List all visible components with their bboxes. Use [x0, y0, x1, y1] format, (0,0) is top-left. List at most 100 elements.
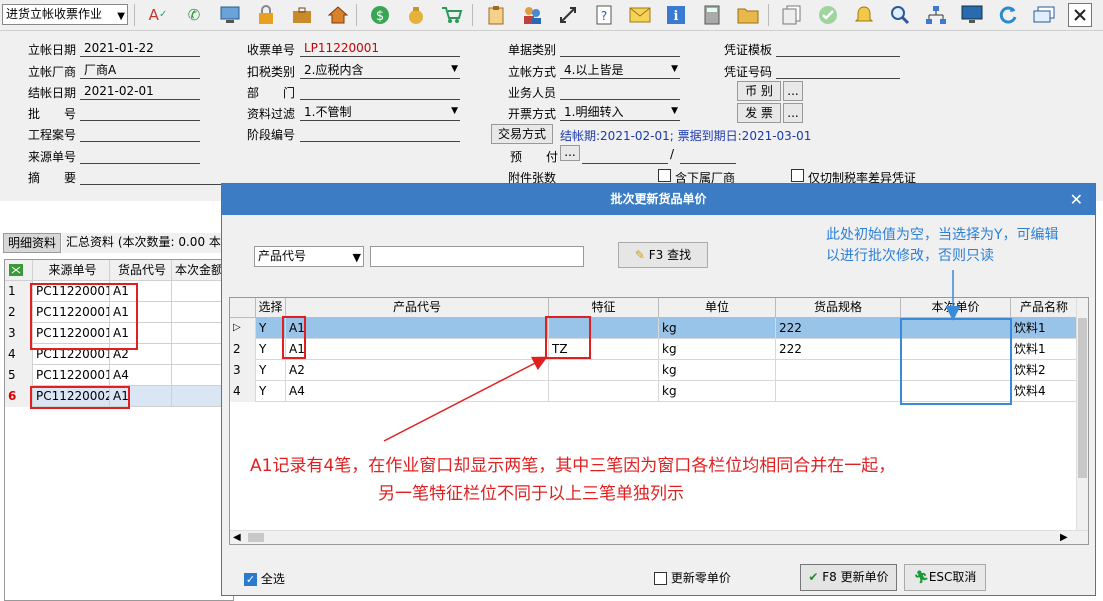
refresh-icon[interactable]: [996, 3, 1020, 27]
label-salesperson: 业务人员: [508, 86, 557, 100]
desktop-icon[interactable]: [960, 3, 984, 27]
help-icon[interactable]: ?: [592, 3, 616, 27]
prepay-lookup-button[interactable]: ...: [560, 145, 580, 161]
label-data-filter: 资料过滤: [247, 107, 296, 121]
chevron-down-icon: ▼: [451, 64, 458, 74]
dialog-title: 批次更新货品单价: [222, 184, 1095, 215]
check-icon[interactable]: [816, 3, 840, 27]
info-icon[interactable]: i: [664, 3, 688, 27]
cancel-button[interactable]: 🏃︎ESC取消: [904, 564, 986, 591]
sub-vendor-checkbox[interactable]: [658, 169, 671, 182]
bell-icon[interactable]: [852, 3, 876, 27]
close-icon[interactable]: ✕: [1070, 184, 1083, 215]
search-icon[interactable]: [888, 3, 912, 27]
mail-icon[interactable]: [628, 3, 652, 27]
label-department: 部 门: [247, 86, 296, 100]
invoice-method-select[interactable]: 1.明细转入 ▼: [560, 105, 680, 121]
voucher-no-field[interactable]: [776, 63, 900, 79]
filter-input[interactable]: [370, 246, 584, 267]
invoice-button[interactable]: 发 票: [737, 103, 781, 123]
spell-check-icon[interactable]: A ✓: [146, 3, 170, 27]
chevron-right-icon[interactable]: ▶: [1060, 531, 1068, 544]
vertical-scrollbar[interactable]: [1076, 298, 1088, 544]
tax-type-select[interactable]: 2.应税内含 ▼: [300, 63, 460, 79]
batch-field[interactable]: [80, 105, 200, 121]
chevron-left-icon[interactable]: ◀: [233, 531, 241, 544]
highlight-box: [282, 316, 306, 359]
calculator-icon[interactable]: [700, 3, 724, 27]
running-man-icon: 🏃︎: [913, 570, 929, 584]
annotation-red-line2: 另一笔特征栏位不同于以上三笔单独列示: [378, 484, 684, 504]
label-create-date: 立帐日期: [28, 43, 77, 57]
expand-icon[interactable]: [556, 3, 580, 27]
table-row[interactable]: 5 PC11220001 A4: [5, 365, 235, 386]
clipboard-icon[interactable]: [484, 3, 508, 27]
col-header-spec: 货品规格: [776, 298, 901, 318]
salesperson-field[interactable]: [560, 84, 680, 100]
toolbar: 进货立帐收票作业 ▼ A ✓ ✆ $ ? i: [0, 0, 1103, 31]
svg-text:$: $: [376, 9, 384, 24]
col-header-item: 货品代号: [110, 260, 172, 281]
update-zero-checkbox[interactable]: [654, 572, 667, 585]
receipt-no-field[interactable]: LP11220001: [300, 41, 460, 57]
label-source-no: 来源单号: [28, 150, 77, 164]
checkbox-checked-icon[interactable]: ✓: [244, 573, 257, 586]
department-field[interactable]: [300, 84, 460, 100]
close-icon[interactable]: [1068, 3, 1092, 27]
update-zero-checkbox-wrap[interactable]: 更新零单价: [654, 569, 731, 586]
invoice-lookup-button[interactable]: ...: [783, 103, 803, 123]
chevron-down-icon: ▼: [352, 251, 361, 264]
briefcase-icon[interactable]: [290, 3, 314, 27]
filter-field-select[interactable]: 产品代号 ▼: [254, 246, 364, 267]
project-field[interactable]: [80, 126, 200, 142]
folder-icon[interactable]: [736, 3, 760, 27]
prepay-field-2[interactable]: [680, 148, 736, 164]
svg-text:?: ?: [601, 9, 607, 23]
select-all-checkbox-wrap[interactable]: ✓ 全选: [244, 570, 285, 587]
col-header-select: 选择: [256, 298, 286, 318]
lock-icon[interactable]: [254, 3, 278, 27]
doc-type-field[interactable]: [560, 41, 680, 57]
col-header-unit: 单位: [659, 298, 776, 318]
monitor-icon[interactable]: [218, 3, 242, 27]
label-batch: 批 号: [28, 107, 77, 121]
highlight-box: [545, 316, 591, 359]
label-summary: 摘 要: [28, 171, 77, 185]
voucher-template-field[interactable]: [776, 41, 900, 57]
label-project: 工程案号: [28, 128, 77, 142]
trade-method-button[interactable]: 交易方式: [491, 124, 553, 144]
tab-summary[interactable]: 汇总资料 (本次数量: 0.00 本: [62, 233, 225, 253]
chevron-down-icon: ▼: [451, 106, 458, 116]
settle-date-field[interactable]: 2021-02-01: [80, 84, 200, 100]
dollar-icon[interactable]: $: [368, 3, 392, 27]
label-voucher-no: 凭证号码: [724, 65, 773, 79]
source-no-field[interactable]: [80, 148, 200, 164]
copy-icon[interactable]: [780, 3, 804, 27]
update-price-button[interactable]: ✔ F8 更新单价: [800, 564, 897, 591]
vendor-field[interactable]: 厂商A: [80, 63, 200, 79]
create-date-field[interactable]: 2021-01-22: [80, 41, 200, 57]
prepay-field-1[interactable]: [582, 148, 668, 164]
find-button[interactable]: ✎ F3 查找: [618, 242, 708, 268]
tab-detail[interactable]: 明细资料: [3, 233, 62, 253]
phone-icon[interactable]: ✆: [182, 3, 206, 27]
currency-button[interactable]: 币 别: [737, 81, 781, 101]
col-header-name: 产品名称: [1011, 298, 1078, 318]
home-icon[interactable]: [326, 3, 350, 27]
currency-lookup-button[interactable]: ...: [783, 81, 803, 101]
label-account-method: 立帐方式: [508, 65, 557, 79]
checkmark-icon: ✔: [808, 570, 819, 584]
org-chart-icon[interactable]: [924, 3, 948, 27]
horizontal-scrollbar[interactable]: ◀ ▶: [230, 530, 1088, 544]
tax-diff-checkbox[interactable]: [791, 169, 804, 182]
data-filter-select[interactable]: 1.不管制 ▼: [300, 105, 460, 121]
money-bag-icon[interactable]: [404, 3, 428, 27]
col-header-price: 本次单价: [901, 298, 1011, 318]
window-icon[interactable]: [1032, 3, 1056, 27]
operation-select[interactable]: 进货立帐收票作业 ▼: [2, 4, 128, 25]
stage-no-field[interactable]: [300, 126, 460, 142]
account-method-select[interactable]: 4.以上皆是 ▼: [560, 63, 680, 79]
summary-field[interactable]: [80, 169, 225, 185]
users-icon[interactable]: [520, 3, 544, 27]
cart-icon[interactable]: [440, 3, 464, 27]
